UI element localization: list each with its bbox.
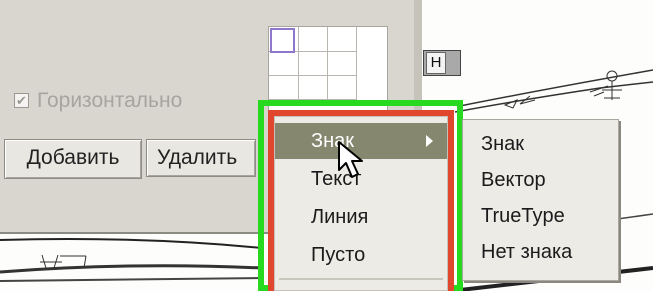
horizontal-checkbox[interactable]: ✔	[14, 93, 29, 108]
submenu-item-vector[interactable]: Вектор	[463, 162, 618, 198]
grid-cell[interactable]	[269, 75, 299, 100]
grid-cell[interactable]	[327, 75, 357, 100]
map-label-text: Н	[426, 52, 446, 74]
submenu-item-truetype[interactable]: TrueType	[463, 198, 618, 234]
horizontal-checkbox-label: Горизонтально	[37, 89, 183, 112]
menu-item-line[interactable]: Линия	[275, 199, 447, 235]
menu-item-label: Линия	[311, 206, 369, 228]
menu-item-empty[interactable]: Пусто	[275, 237, 447, 273]
submenu-item-no-sign[interactable]: Нет знака	[463, 234, 618, 270]
submenu-arrow-icon	[426, 135, 433, 147]
grid-selected-cell[interactable]	[270, 28, 295, 53]
grid-cell[interactable]	[327, 27, 357, 52]
delete-button[interactable]: Удалить	[146, 139, 256, 177]
menu-item-label: Пусто	[311, 244, 366, 266]
grid-cell[interactable]	[327, 51, 357, 76]
checkmark-icon: ✔	[16, 93, 27, 108]
submenu: Знак Вектор TrueType Нет знака	[462, 119, 619, 281]
grid-cell[interactable]	[298, 27, 328, 52]
grid-cell[interactable]	[269, 51, 299, 76]
add-button[interactable]: Добавить	[4, 139, 142, 179]
menu-separator	[279, 278, 443, 280]
map-label-tag[interactable]: Н	[423, 50, 461, 76]
grid-cell[interactable]	[298, 51, 328, 76]
submenu-item-sign[interactable]: Знак	[463, 126, 618, 162]
grid-cell[interactable]	[298, 75, 328, 100]
mouse-cursor-icon	[338, 141, 363, 178]
